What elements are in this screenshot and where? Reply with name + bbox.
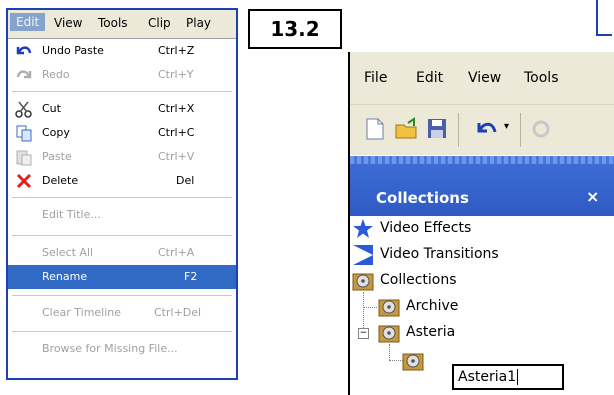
- menu-item-label: Undo Paste: [42, 44, 104, 57]
- redo-icon: [14, 65, 34, 85]
- toolbar-separator: [458, 113, 459, 147]
- frame-corner: [596, 0, 612, 36]
- menu-item-shortcut: Ctrl+X: [158, 102, 195, 115]
- tree-node-label: Video Effects: [380, 220, 472, 236]
- menu-item-edit-title[interactable]: Edit Title...: [8, 203, 236, 227]
- menu-item-cut[interactable]: Cut Ctrl+X: [8, 97, 236, 121]
- text-caret: [517, 369, 519, 385]
- redo-icon[interactable]: [530, 117, 552, 145]
- close-icon[interactable]: ×: [586, 187, 599, 206]
- menu-separator: [12, 197, 232, 198]
- menu-item-shortcut: F2: [184, 270, 198, 283]
- menu-item-label: Select All: [42, 246, 94, 259]
- scissors-icon: [14, 99, 34, 119]
- menu-item-shortcut: Ctrl+A: [158, 246, 195, 259]
- menu-separator: [12, 331, 232, 332]
- app-menu-view[interactable]: View: [468, 70, 501, 86]
- menu-view[interactable]: View: [54, 16, 82, 30]
- app-menu-tools[interactable]: Tools: [524, 70, 559, 86]
- tree-connector: [389, 344, 390, 360]
- transition-icon: [352, 244, 374, 266]
- menu-play[interactable]: Play: [186, 16, 211, 30]
- tree-connector: [389, 360, 403, 361]
- menu-item-shortcut: Ctrl+C: [158, 126, 195, 139]
- menu-item-select-all[interactable]: Select All Ctrl+A: [8, 241, 236, 265]
- edit-menu-dropdown: Undo Paste Ctrl+Z Redo Ctrl+Y Cut Ctrl+X…: [8, 38, 236, 378]
- tree-node-label: Archive: [406, 298, 459, 314]
- menu-item-label: Redo: [42, 68, 70, 81]
- tree-connector: [363, 307, 377, 308]
- rename-input-value: Asteria1: [458, 369, 517, 385]
- tree-node-label: Collections: [380, 272, 457, 288]
- panel-header-stripe: [350, 156, 614, 164]
- chevron-down-icon[interactable]: ▾: [504, 121, 509, 132]
- menu-item-clear-timeline[interactable]: Clear Timeline Ctrl+Del: [8, 301, 236, 325]
- menu-item-rename[interactable]: Rename F2: [8, 265, 236, 289]
- menu-item-undo[interactable]: Undo Paste Ctrl+Z: [8, 39, 236, 63]
- menu-separator: [12, 91, 232, 92]
- menu-item-shortcut: Ctrl+Del: [154, 306, 202, 319]
- menu-separator: [12, 235, 232, 236]
- menu-item-label: Delete: [42, 174, 79, 187]
- menu-item-copy[interactable]: Copy Ctrl+C: [8, 121, 236, 145]
- star-effects-icon: [352, 218, 374, 240]
- tree-node-label: Video Transitions: [380, 246, 499, 262]
- film-reel-icon: [402, 350, 424, 376]
- paste-icon: [14, 147, 34, 167]
- menu-edit[interactable]: Edit: [10, 13, 46, 31]
- app-window-screenshot: File Edit View Tools ▾ Collections × Vid…: [348, 52, 614, 395]
- menu-item-paste[interactable]: Paste Ctrl+V: [8, 145, 236, 169]
- app-menu-file[interactable]: File: [364, 70, 387, 86]
- app-menu-edit[interactable]: Edit: [416, 70, 443, 86]
- delete-x-icon: [14, 171, 34, 191]
- undo-icon[interactable]: [474, 117, 500, 145]
- collections-panel-header: Collections ×: [350, 156, 614, 216]
- menu-item-label: Rename: [42, 270, 88, 283]
- menu-item-shortcut: Del: [176, 174, 195, 187]
- save-disk-icon[interactable]: [426, 117, 448, 145]
- toolbar-separator: [520, 113, 521, 147]
- menu-tools[interactable]: Tools: [98, 16, 128, 30]
- film-reel-icon: [378, 322, 400, 344]
- film-reel-icon: [378, 296, 400, 318]
- menu-item-label: Edit Title...: [42, 208, 101, 221]
- menu-item-redo[interactable]: Redo Ctrl+Y: [8, 63, 236, 87]
- undo-icon: [14, 41, 34, 61]
- panel-title: Collections: [376, 189, 469, 207]
- menu-item-shortcut: Ctrl+Z: [158, 44, 195, 57]
- menu-item-label: Paste: [42, 150, 72, 163]
- step-label: 13.2: [248, 9, 342, 49]
- app-menu-bar: File Edit View Tools: [350, 52, 614, 104]
- menu-item-browse-missing[interactable]: Browse for Missing File...: [8, 337, 236, 361]
- toolbar: ▾: [350, 104, 614, 155]
- copy-icon: [14, 123, 34, 143]
- new-document-icon[interactable]: [364, 117, 386, 145]
- edit-menu-screenshot: Edit View Tools Clip Play Undo Paste Ctr…: [6, 8, 238, 380]
- menu-bar: Edit View Tools Clip Play: [8, 10, 236, 38]
- film-reel-icon: [352, 270, 374, 292]
- menu-item-delete[interactable]: Delete Del: [8, 169, 236, 193]
- collapse-toggle-icon[interactable]: −: [358, 328, 369, 339]
- menu-item-shortcut: Ctrl+Y: [158, 68, 194, 81]
- menu-item-shortcut: Ctrl+V: [158, 150, 195, 163]
- open-folder-icon[interactable]: [394, 117, 420, 145]
- menu-item-label: Browse for Missing File...: [42, 342, 178, 355]
- menu-item-label: Copy: [42, 126, 70, 139]
- menu-clip[interactable]: Clip: [148, 16, 171, 30]
- menu-item-label: Cut: [42, 102, 61, 115]
- menu-item-label: Clear Timeline: [42, 306, 122, 319]
- tree-node-label: Asteria: [406, 324, 456, 340]
- rename-input[interactable]: Asteria1: [452, 364, 564, 390]
- menu-separator: [12, 295, 232, 296]
